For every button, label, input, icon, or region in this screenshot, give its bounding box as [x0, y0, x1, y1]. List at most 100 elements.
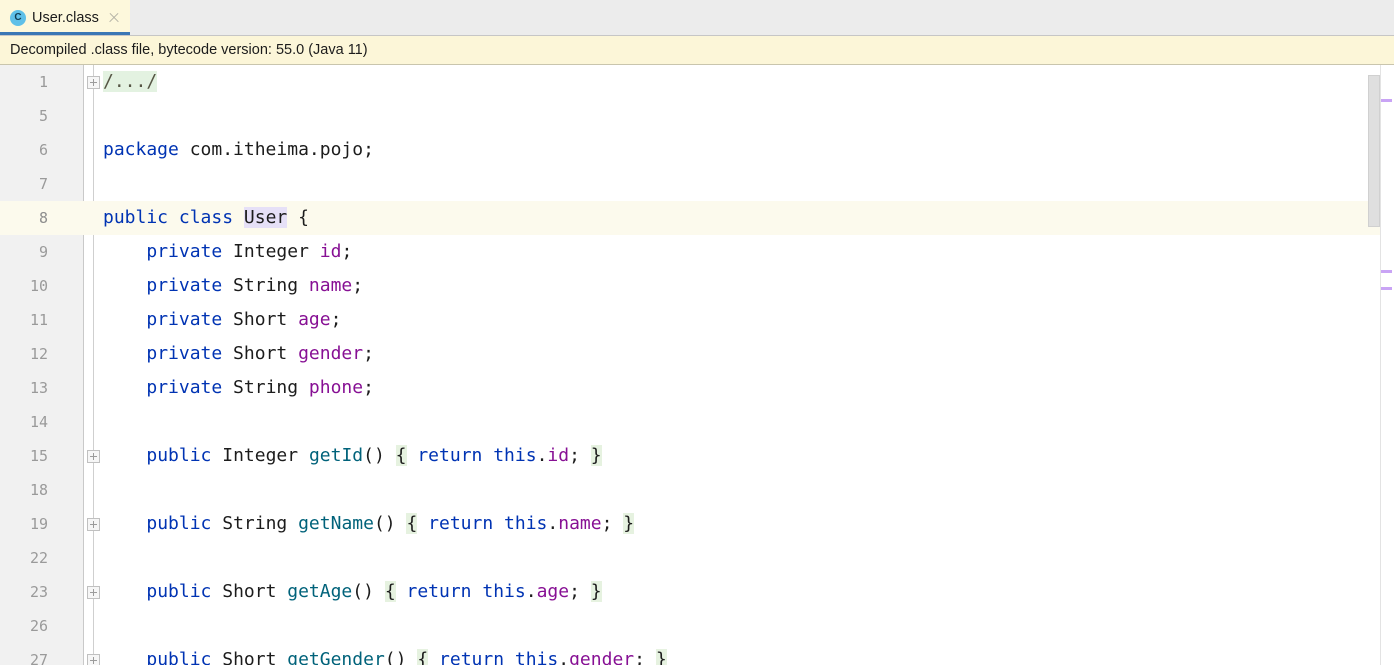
code-line[interactable]: 26 — [0, 609, 1394, 643]
code-line[interactable]: 22 — [0, 541, 1394, 575]
code-line-background — [0, 65, 1394, 99]
code-token: getGender — [287, 649, 385, 665]
code-token: } — [591, 581, 602, 602]
code-line[interactable]: 23 public Short getAge() { return this.a… — [0, 575, 1394, 609]
code-line[interactable]: 8public class User { — [0, 201, 1394, 235]
code-line[interactable]: 10 private String name; — [0, 269, 1394, 303]
code-token: return — [439, 649, 504, 665]
error-stripe-marker[interactable] — [1381, 270, 1392, 273]
code-token: String — [222, 275, 309, 296]
vertical-scrollbar-thumb[interactable] — [1368, 75, 1380, 227]
line-number: 22 — [0, 541, 48, 575]
line-number: 12 — [0, 337, 48, 371]
fold-expand-icon[interactable] — [87, 654, 100, 665]
code-token: return — [417, 445, 482, 466]
code-token — [103, 649, 146, 665]
code-token — [493, 513, 504, 534]
code-token: User — [244, 207, 287, 228]
line-number: 14 — [0, 405, 48, 439]
code-token: private — [146, 241, 222, 262]
code-line-background — [0, 541, 1394, 575]
code-token: } — [623, 513, 634, 534]
code-token: String — [211, 513, 298, 534]
error-stripe-marker-lane[interactable] — [1380, 65, 1394, 665]
code-line-text: private Short gender; — [103, 337, 374, 371]
line-number: 19 — [0, 507, 48, 541]
code-token: ; — [341, 241, 352, 262]
code-token: () — [363, 445, 385, 466]
code-token — [385, 445, 396, 466]
code-line[interactable]: 19 public String getName() { return this… — [0, 507, 1394, 541]
code-token: { — [406, 513, 417, 534]
editor-tab-user-class[interactable]: C User.class — [0, 0, 130, 35]
fold-expand-icon[interactable] — [87, 586, 100, 599]
decompiled-notification-text: Decompiled .class file, bytecode version… — [10, 42, 368, 58]
line-number: 15 — [0, 439, 48, 473]
line-number: 13 — [0, 371, 48, 405]
code-token: private — [146, 275, 222, 296]
code-token: private — [146, 343, 222, 364]
code-line-background — [0, 99, 1394, 133]
code-token: () — [352, 581, 374, 602]
code-token: /.../ — [103, 71, 157, 92]
editor-tab-label: User.class — [32, 10, 99, 26]
code-token: this — [482, 581, 525, 602]
code-editor[interactable]: 1/.../56package com.itheima.pojo;78 publi… — [0, 65, 1394, 665]
code-line[interactable]: 6package com.itheima.pojo; — [0, 133, 1394, 167]
code-token: } — [656, 649, 667, 665]
code-token — [407, 445, 418, 466]
code-token: () — [374, 513, 396, 534]
code-token: this — [493, 445, 536, 466]
code-token: } — [591, 445, 602, 466]
code-line-text: private String phone; — [103, 371, 374, 405]
code-token: gender — [298, 343, 363, 364]
decompiled-notification-bar: Decompiled .class file, bytecode version… — [0, 36, 1394, 65]
code-line[interactable]: 7 — [0, 167, 1394, 201]
code-line[interactable]: 14 — [0, 405, 1394, 439]
code-content[interactable]: 1/.../56package com.itheima.pojo;78 publi… — [0, 65, 1394, 665]
code-token: Short — [211, 581, 287, 602]
code-line[interactable]: 9 private Integer id; — [0, 235, 1394, 269]
code-line-background — [0, 405, 1394, 439]
code-line[interactable]: 12 private Short gender; — [0, 337, 1394, 371]
line-number: 7 — [0, 167, 48, 201]
code-line[interactable]: 13 private String phone; — [0, 371, 1394, 405]
code-token: public class — [103, 207, 244, 228]
code-token: Short — [222, 309, 298, 330]
code-token — [406, 649, 417, 665]
fold-expand-icon[interactable] — [87, 518, 100, 531]
code-line-text: public String getName() { return this.na… — [103, 507, 634, 541]
code-token: com.itheima.pojo; — [179, 139, 374, 160]
code-line[interactable]: 5 — [0, 99, 1394, 133]
code-token: private — [146, 309, 222, 330]
code-line[interactable]: 1/.../ — [0, 65, 1394, 99]
error-stripe-marker[interactable] — [1381, 99, 1392, 102]
code-token — [482, 445, 493, 466]
code-token: . — [558, 649, 569, 665]
code-token: Integer — [211, 445, 309, 466]
code-line[interactable]: 15 public Integer getId() { return this.… — [0, 439, 1394, 473]
code-line[interactable]: 11 private Short age; — [0, 303, 1394, 337]
code-token — [103, 445, 146, 466]
line-number: 8 — [0, 201, 48, 235]
code-token: Short — [222, 343, 298, 364]
code-line-text: public Short getGender() { return this.g… — [103, 643, 667, 665]
code-line[interactable]: 27 public Short getGender() { return thi… — [0, 643, 1394, 665]
code-token: public — [146, 513, 211, 534]
code-token: ; — [363, 343, 374, 364]
fold-expand-icon[interactable] — [87, 450, 100, 463]
code-token — [103, 377, 146, 398]
code-token: id — [547, 445, 569, 466]
close-icon[interactable] — [107, 11, 121, 25]
code-token: getName — [298, 513, 374, 534]
code-token: { — [385, 581, 396, 602]
code-line[interactable]: 18 — [0, 473, 1394, 507]
code-token: { — [417, 649, 428, 665]
code-token: . — [547, 513, 558, 534]
line-number: 18 — [0, 473, 48, 507]
code-token — [103, 309, 146, 330]
code-token: this — [504, 513, 547, 534]
fold-expand-icon[interactable] — [87, 76, 100, 89]
error-stripe-marker[interactable] — [1381, 287, 1392, 290]
code-token — [103, 241, 146, 262]
